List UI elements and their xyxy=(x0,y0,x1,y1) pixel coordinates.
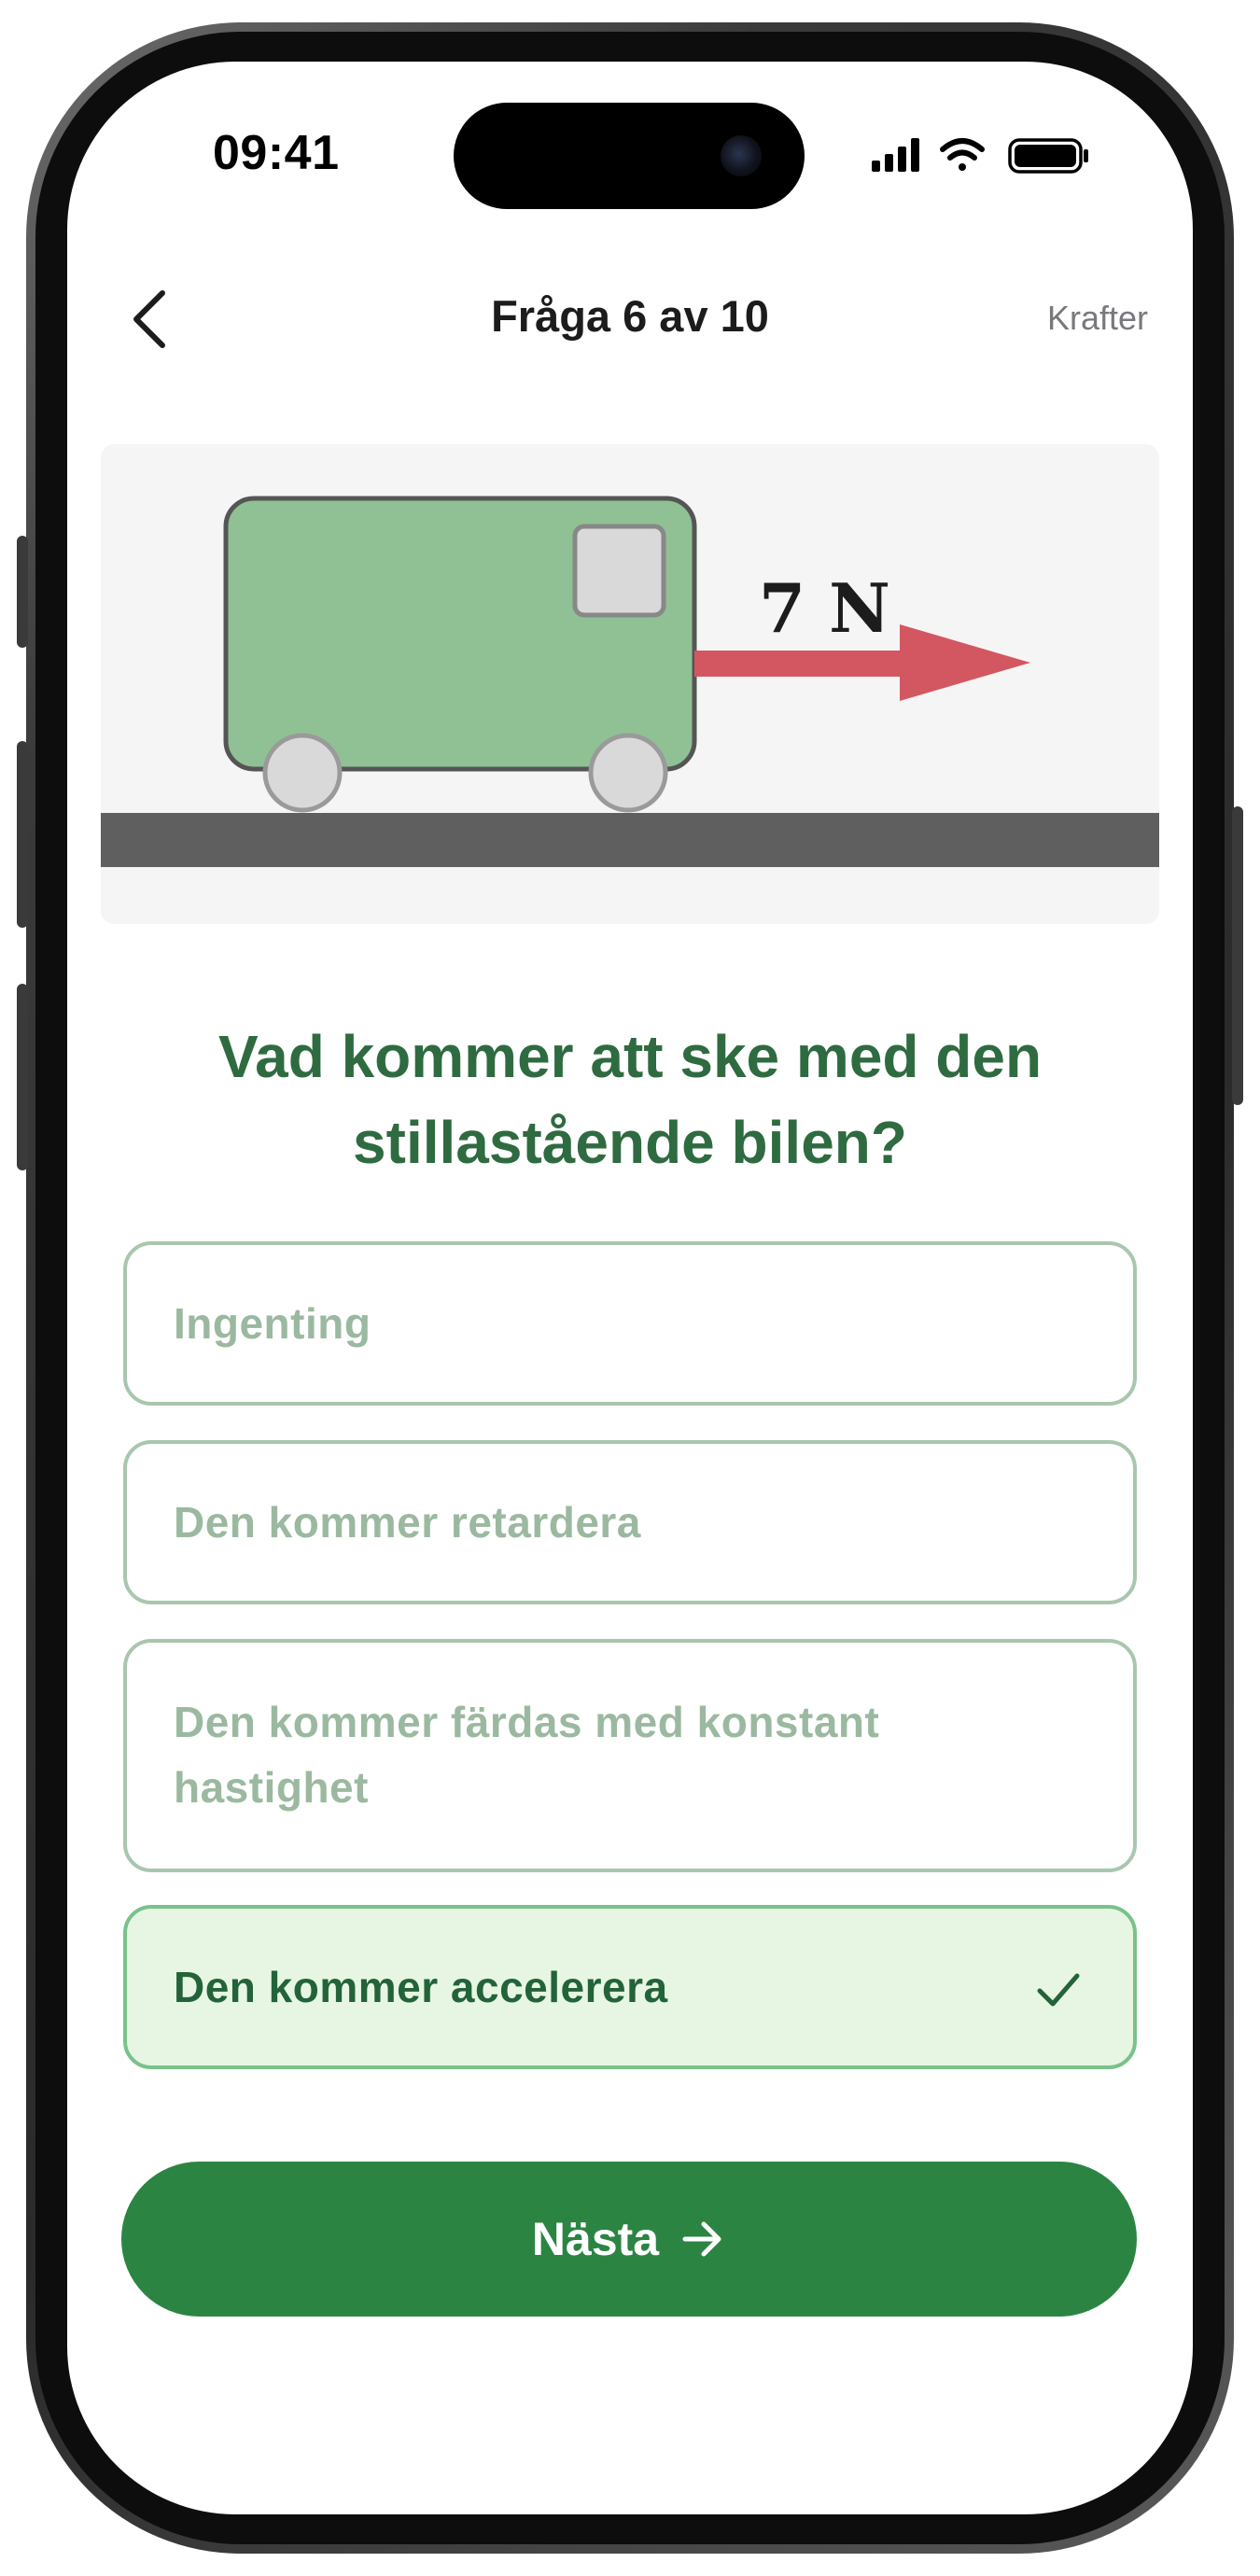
car-window xyxy=(572,524,666,618)
status-time: 09:41 xyxy=(213,126,340,180)
car-wheel-right xyxy=(588,733,668,813)
cellular-signal-icon xyxy=(872,138,919,172)
option-label: Den kommer retardera xyxy=(174,1498,641,1547)
option-label: Den kommer färdas med konstant hastighet xyxy=(174,1698,880,1812)
page-title: Fråga 6 av 10 xyxy=(491,291,769,341)
wifi-icon xyxy=(940,138,985,171)
screen: 09:41 Fråga 6 av 10 Krafter 7 N Vad komm… xyxy=(67,62,1193,2514)
volume-down-button xyxy=(17,984,28,1170)
option-label: Ingenting xyxy=(174,1299,371,1348)
power-button xyxy=(1232,806,1243,1105)
option-label: Den kommer accelerera xyxy=(174,1963,668,2011)
next-button[interactable]: Nästa xyxy=(121,2162,1137,2317)
answer-option-konstant-hastighet[interactable]: Den kommer färdas med konstant hastighet xyxy=(123,1639,1137,1872)
ground xyxy=(101,813,1159,867)
answer-option-retardera[interactable]: Den kommer retardera xyxy=(123,1440,1137,1604)
action-button xyxy=(17,536,28,648)
car-wheel-left xyxy=(262,733,343,813)
question-text: Vad kommer att ske med den stillastående… xyxy=(217,1023,1043,1176)
volume-up-button xyxy=(17,741,28,928)
next-button-label: Nästa xyxy=(531,2213,660,2265)
camera-icon xyxy=(721,135,762,176)
answer-option-accelerera[interactable]: Den kommer accelerera xyxy=(123,1905,1137,2069)
status-icons xyxy=(872,136,1096,174)
battery-icon xyxy=(1008,138,1088,174)
arrow-right-icon xyxy=(682,2221,721,2257)
dynamic-island xyxy=(454,103,805,209)
car xyxy=(223,496,697,813)
force-illustration: 7 N xyxy=(101,444,1159,924)
topic-label: Krafter xyxy=(1046,299,1148,337)
checkmark-icon xyxy=(1037,1973,1080,2007)
force-label: 7 N xyxy=(759,568,890,648)
answer-option-ingenting[interactable]: Ingenting xyxy=(123,1241,1137,1406)
